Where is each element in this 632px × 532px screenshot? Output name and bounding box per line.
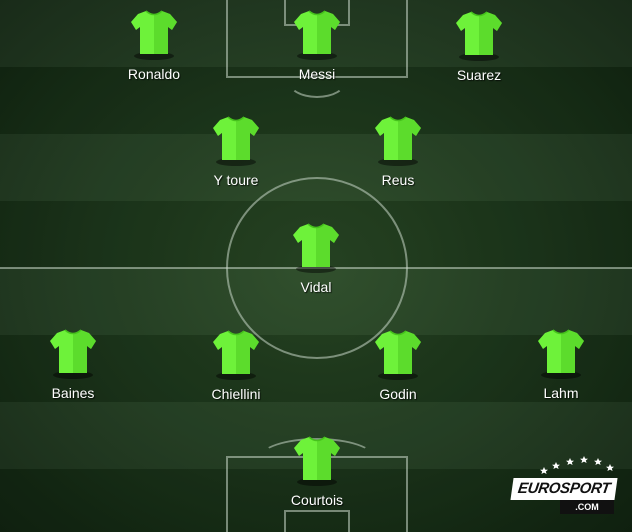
shirt-icon: [374, 114, 422, 162]
player-ytoure[interactable]: Y toure: [176, 114, 296, 214]
shirt-icon: [49, 327, 97, 375]
shirt-icon: [292, 221, 340, 269]
shirt-icon: [212, 114, 260, 162]
shirt-icon: [293, 434, 341, 482]
football-pitch: Ronaldo Messi Suarez Y toure Reus Vidal …: [0, 0, 632, 532]
player-name: Messi: [298, 66, 336, 82]
shirt-icon: [130, 8, 178, 56]
player-chiellini[interactable]: Chiellini: [176, 328, 296, 428]
shirt-icon: [293, 8, 341, 56]
player-lahm[interactable]: Lahm: [501, 327, 621, 427]
player-name: Chiellini: [211, 386, 261, 402]
player-name: Vidal: [300, 279, 332, 295]
player-vidal[interactable]: Vidal: [256, 221, 376, 321]
player-name: Lahm: [543, 385, 579, 401]
player-name: Suarez: [456, 67, 502, 83]
player-ronaldo[interactable]: Ronaldo: [94, 8, 214, 108]
player-name: Courtois: [290, 492, 344, 508]
player-messi[interactable]: Messi: [257, 8, 377, 108]
stars-icon: [540, 456, 614, 474]
player-baines[interactable]: Baines: [13, 327, 133, 427]
shirt-icon: [374, 328, 422, 376]
player-name: Y toure: [213, 172, 259, 188]
player-suarez[interactable]: Suarez: [419, 9, 539, 109]
player-name: Godin: [379, 386, 417, 402]
eurosport-logo: EUROSPORT .COM: [508, 456, 628, 520]
shirt-icon: [455, 9, 503, 57]
player-name: Reus: [381, 172, 415, 188]
logo-wordmark: EUROSPORT: [510, 478, 618, 500]
player-godin[interactable]: Godin: [338, 328, 458, 428]
shirt-icon: [537, 327, 585, 375]
shirt-icon: [212, 328, 260, 376]
player-courtois[interactable]: Courtois: [257, 434, 377, 532]
logo-domain: .COM: [560, 500, 614, 514]
player-reus[interactable]: Reus: [338, 114, 458, 214]
player-name: Ronaldo: [127, 66, 181, 82]
player-name: Baines: [51, 385, 95, 401]
